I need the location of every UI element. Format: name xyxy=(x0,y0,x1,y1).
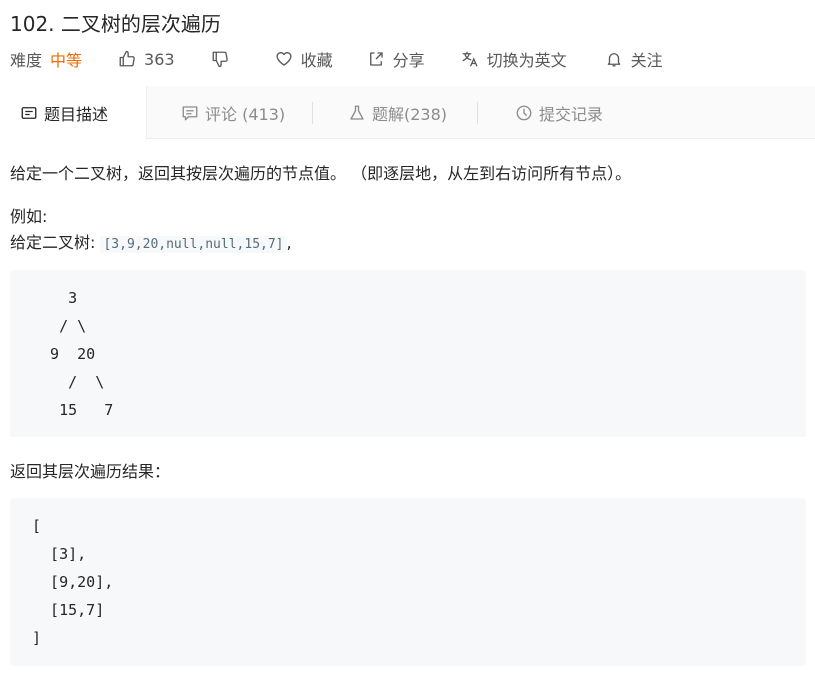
result-label: 返回其层次遍历结果： xyxy=(10,462,171,481)
tab-submissions[interactable]: 提交记录 xyxy=(515,86,603,139)
thumbs-up-icon xyxy=(119,50,135,67)
flask-icon xyxy=(350,105,364,120)
tab-divider xyxy=(477,102,478,124)
tab-comments[interactable]: 评论 (413) xyxy=(181,86,285,139)
like-button[interactable]: 363 xyxy=(118,50,175,69)
share-label: 分享 xyxy=(392,51,425,70)
description-icon xyxy=(21,107,37,119)
tab-solutions-label: 题解(238) xyxy=(372,104,448,124)
like-count: 363 xyxy=(144,49,175,69)
result-code-block: [ [3], [9,20], [15,7] ] xyxy=(10,498,806,666)
tab-bar: 题目描述 评论 (413) 题解(238) 提交记录 xyxy=(0,86,815,140)
tab-divider xyxy=(312,102,313,124)
difficulty-value: 中等 xyxy=(50,51,83,70)
tab-description[interactable]: 题目描述 xyxy=(0,86,147,140)
clock-icon xyxy=(516,105,532,120)
problem-meta-bar: 难度 中等 363 收藏 分享 切换为英文 关注 xyxy=(10,47,663,71)
switch-language-label: 切换为英文 xyxy=(486,51,567,70)
follow-label: 关注 xyxy=(630,51,663,70)
example-label: 例如: xyxy=(10,207,48,226)
difficulty-label: 难度 xyxy=(10,51,43,70)
given-label: 给定二叉树: xyxy=(10,233,101,252)
given-suffix: , xyxy=(286,233,292,252)
code-line: / \ xyxy=(32,317,87,335)
thumbs-down-icon xyxy=(212,51,228,68)
problem-intro: 给定一个二叉树，返回其按层次遍历的节点值。 （即逐层地，从左到右访问所有节点）。 xyxy=(10,164,632,183)
code-line: [15,7] xyxy=(32,601,105,619)
dislike-button[interactable] xyxy=(211,50,229,68)
problem-title: 102. 二叉树的层次遍历 xyxy=(10,12,221,36)
tab-submissions-label: 提交记录 xyxy=(539,104,604,124)
heart-icon xyxy=(276,52,292,66)
code-line: [ xyxy=(32,517,42,535)
share-button[interactable]: 分享 xyxy=(367,47,425,71)
favorite-label: 收藏 xyxy=(300,51,333,70)
code-line: / \ xyxy=(32,373,105,391)
code-line: [9,20], xyxy=(32,573,114,591)
share-icon xyxy=(369,52,383,66)
bell-icon xyxy=(607,53,620,67)
tab-comments-label: 评论 (413) xyxy=(205,104,286,124)
code-line: [3], xyxy=(32,545,87,563)
tab-solutions[interactable]: 题解(238) xyxy=(348,86,447,139)
translate-icon xyxy=(462,51,478,67)
comment-icon xyxy=(182,105,198,120)
code-line: 9 20 xyxy=(32,345,96,363)
code-line: 3 xyxy=(32,289,78,307)
tab-description-label: 题目描述 xyxy=(44,105,109,124)
code-line: 15 7 xyxy=(32,401,114,419)
favorite-button[interactable]: 收藏 xyxy=(275,47,333,71)
tree-code-block: 3 / \ 9 20 / \ 15 7 xyxy=(10,270,806,437)
given-tree-code: [3,9,20,null,null,15,7] xyxy=(100,236,287,253)
code-line: ] xyxy=(32,629,42,647)
switch-language-button[interactable]: 切换为英文 xyxy=(461,47,567,71)
given-tree-line: 给定二叉树: [3,9,20,null,null,15,7], xyxy=(10,229,292,253)
follow-button[interactable]: 关注 xyxy=(605,47,663,71)
